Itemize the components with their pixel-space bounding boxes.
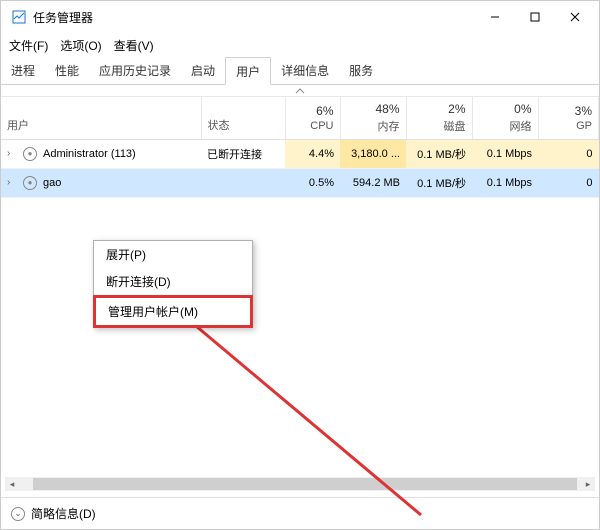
cell-user: › ● Administrator (113)	[1, 139, 201, 168]
users-table: 用户 状态 6% CPU 48% 内存 2% 磁盘 0% 网络 3% GP › ● Adm…	[1, 97, 599, 198]
minimize-button[interactable]	[475, 2, 515, 32]
col-user-label: 用户	[7, 120, 29, 132]
col-gpu[interactable]: 3% GP	[538, 97, 599, 139]
menu-file[interactable]: 文件(F)	[9, 37, 48, 54]
cell-network: 0.1 Mbps	[472, 168, 538, 197]
col-network[interactable]: 0% 网络	[472, 97, 538, 139]
cell-gpu: 0	[538, 168, 599, 197]
col-status[interactable]: 状态	[201, 97, 285, 139]
scroll-left-button[interactable]: ◂	[5, 477, 19, 491]
chevron-down-circle-icon[interactable]: ⌄	[11, 507, 25, 521]
table-row[interactable]: › ● gao 0.5% 594.2 MB 0.1 MB/秒 0.1 Mbps …	[1, 168, 599, 197]
menu-view[interactable]: 查看(V)	[114, 37, 154, 54]
content-area: 用户 状态 6% CPU 48% 内存 2% 磁盘 0% 网络 3% GP › ● Adm…	[1, 85, 599, 529]
user-name-label: gao	[43, 177, 61, 189]
col-disk-pct: 2%	[413, 102, 466, 116]
app-icon	[11, 9, 27, 25]
collapse-header[interactable]	[1, 85, 599, 97]
cell-cpu: 4.4%	[285, 139, 340, 168]
cell-status: 已断开连接	[201, 139, 285, 168]
tab-services[interactable]: 服务	[339, 57, 383, 84]
user-name-label: Administrator (113)	[43, 148, 136, 160]
ctx-expand[interactable]: 展开(P)	[94, 241, 252, 268]
scrollbar-track[interactable]	[19, 477, 581, 491]
horizontal-scrollbar[interactable]: ◂ ▸	[5, 477, 595, 491]
window-controls	[475, 2, 595, 32]
scrollbar-thumb[interactable]	[33, 478, 577, 490]
col-status-label: 状态	[208, 120, 230, 132]
cell-status	[201, 168, 285, 197]
user-icon: ●	[23, 147, 37, 161]
tab-performance[interactable]: 性能	[45, 57, 89, 84]
cell-memory: 594.2 MB	[340, 168, 406, 197]
titlebar: 任务管理器	[1, 1, 599, 33]
ctx-disconnect[interactable]: 断开连接(D)	[94, 268, 252, 295]
context-menu: 展开(P) 断开连接(D) 管理用户帐户(M)	[93, 240, 253, 328]
annotation-arrow	[151, 295, 451, 529]
col-net-pct: 0%	[479, 102, 532, 116]
col-disk-lbl: 磁盘	[413, 118, 466, 134]
col-mem-pct: 48%	[347, 102, 400, 116]
cell-memory: 3,180.0 ...	[340, 139, 406, 168]
brief-info-label[interactable]: 简略信息(D)	[31, 505, 96, 522]
task-manager-window: 任务管理器 文件(F) 选项(O) 查看(V) 进程 性能 应用历史记录 启动 …	[0, 0, 600, 530]
tab-app-history[interactable]: 应用历史记录	[89, 57, 181, 84]
col-net-lbl: 网络	[479, 118, 532, 134]
close-button[interactable]	[555, 2, 595, 32]
maximize-button[interactable]	[515, 2, 555, 32]
col-cpu-pct: 6%	[292, 104, 334, 118]
col-cpu[interactable]: 6% CPU	[285, 97, 340, 139]
table-header-row: 用户 状态 6% CPU 48% 内存 2% 磁盘 0% 网络 3% GP	[1, 97, 599, 139]
col-disk[interactable]: 2% 磁盘	[406, 97, 472, 139]
col-user[interactable]: 用户	[1, 97, 201, 139]
tab-details[interactable]: 详细信息	[271, 57, 339, 84]
col-gpu-lbl: GP	[545, 120, 593, 132]
tab-startup[interactable]: 启动	[181, 57, 225, 84]
tab-users[interactable]: 用户	[225, 57, 271, 85]
cell-disk: 0.1 MB/秒	[406, 168, 472, 197]
cell-cpu: 0.5%	[285, 168, 340, 197]
col-memory[interactable]: 48% 内存	[340, 97, 406, 139]
col-mem-lbl: 内存	[347, 118, 400, 134]
user-icon: ●	[23, 176, 37, 190]
cell-network: 0.1 Mbps	[472, 139, 538, 168]
menubar: 文件(F) 选项(O) 查看(V)	[1, 33, 599, 57]
chevron-right-icon[interactable]: ›	[7, 177, 17, 188]
menu-options[interactable]: 选项(O)	[60, 37, 101, 54]
cell-user: › ● gao	[1, 168, 201, 197]
table-row[interactable]: › ● Administrator (113) 已断开连接 4.4% 3,180…	[1, 139, 599, 168]
chevron-up-icon	[295, 88, 305, 94]
scroll-right-button[interactable]: ▸	[581, 477, 595, 491]
cell-gpu: 0	[538, 139, 599, 168]
col-cpu-lbl: CPU	[292, 120, 334, 132]
window-title: 任务管理器	[33, 9, 93, 26]
cell-disk: 0.1 MB/秒	[406, 139, 472, 168]
footer-bar: ⌄ 简略信息(D)	[1, 497, 599, 529]
chevron-right-icon[interactable]: ›	[7, 148, 17, 159]
tab-processes[interactable]: 进程	[1, 57, 45, 84]
col-gpu-pct: 3%	[545, 104, 593, 118]
ctx-manage-user[interactable]: 管理用户帐户(M)	[93, 295, 253, 328]
tab-strip: 进程 性能 应用历史记录 启动 用户 详细信息 服务	[1, 57, 599, 85]
